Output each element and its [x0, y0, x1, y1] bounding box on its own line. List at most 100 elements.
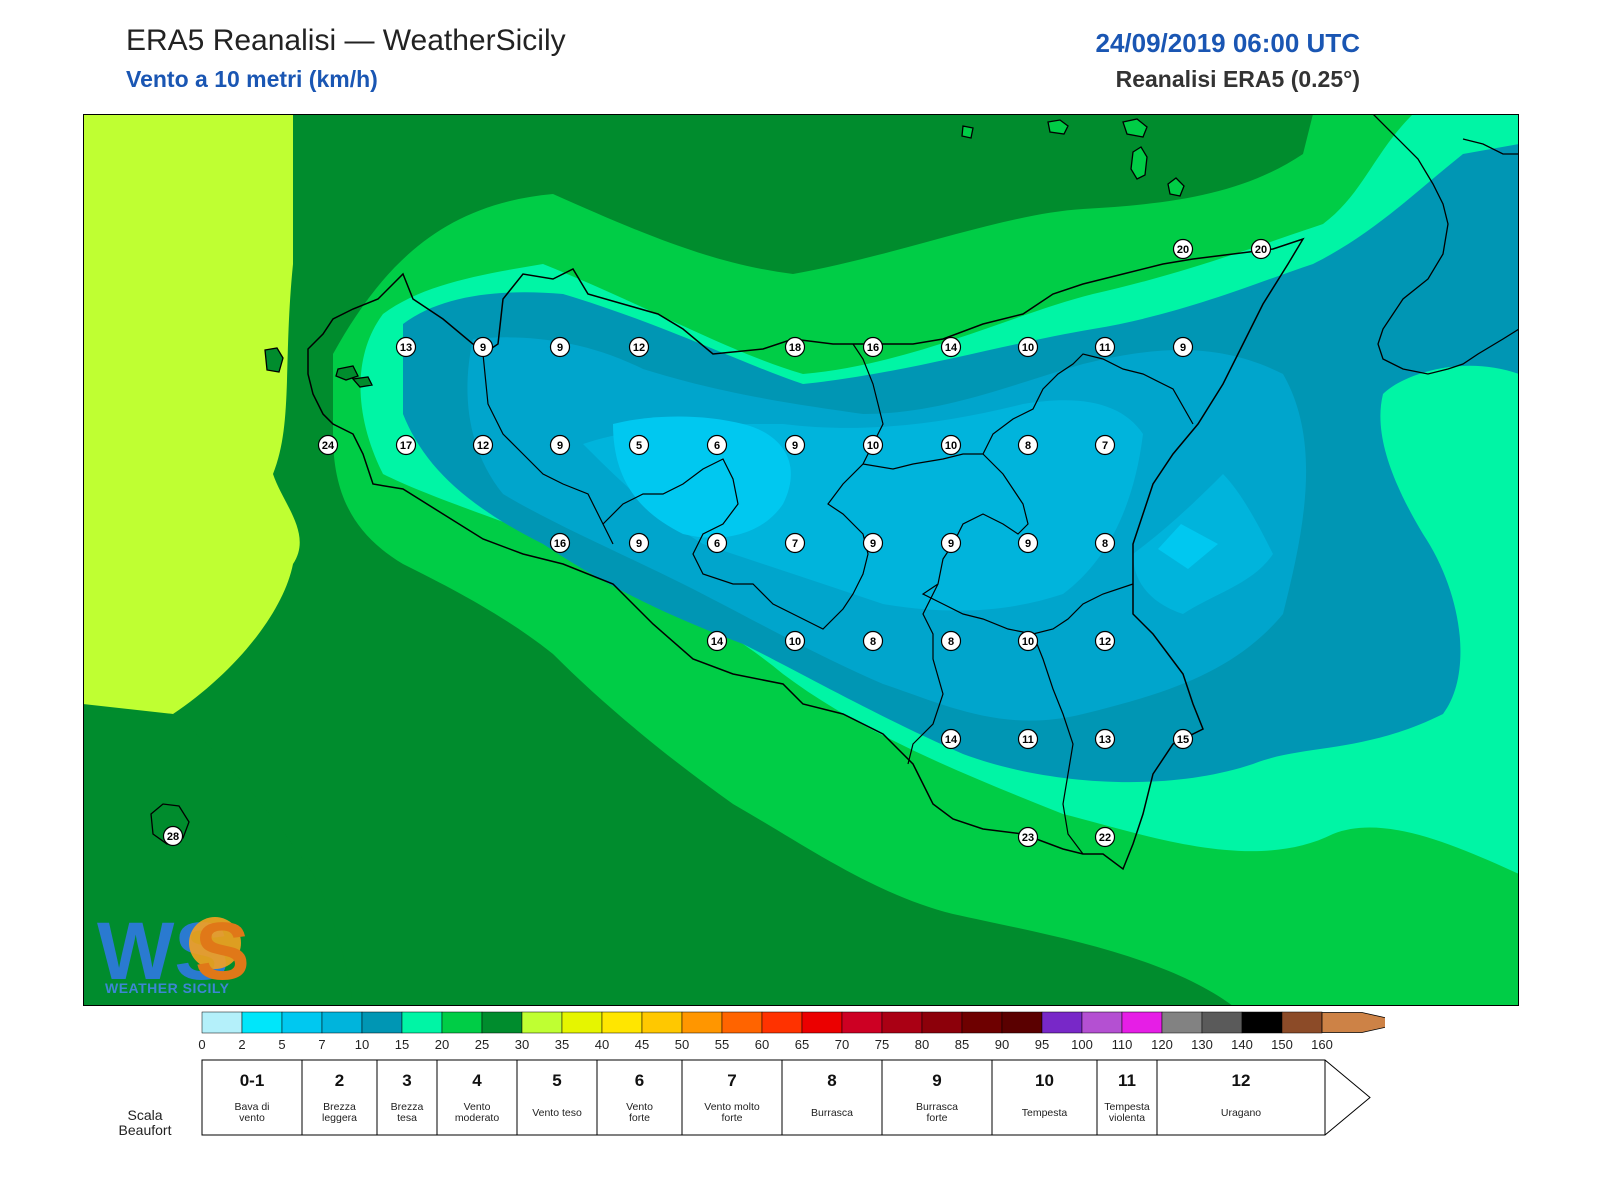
station-value: 14	[945, 734, 958, 746]
station-value: 11	[1022, 734, 1034, 746]
colorbar-swatch	[1041, 1011, 1083, 1034]
station-marker: 5	[628, 434, 650, 456]
colorbar-tick: 70	[835, 1037, 849, 1052]
colorbar-tick: 55	[715, 1037, 729, 1052]
station-marker: 9	[784, 434, 806, 456]
colorbar-tick: 2	[238, 1037, 245, 1052]
station-value: 18	[789, 342, 801, 354]
station-marker: 9	[940, 532, 962, 554]
station-marker: 16	[549, 532, 571, 554]
colorbar-swatch	[321, 1011, 363, 1034]
colorbar-tick: 50	[675, 1037, 689, 1052]
station-marker: 12	[472, 434, 494, 456]
station-marker: 14	[706, 630, 728, 652]
station-value: 24	[322, 440, 335, 452]
colorbar-tick: 90	[995, 1037, 1009, 1052]
beaufort-name: forte	[926, 1112, 947, 1124]
beaufort-cell: 10 Tempesta	[991, 1059, 1098, 1136]
beaufort-cell: 9Burrascaforte	[881, 1059, 993, 1136]
station-value: 7	[1102, 440, 1108, 452]
colorbar-tick: 45	[635, 1037, 649, 1052]
station-marker: 28	[162, 825, 184, 847]
colorbar-swatch	[241, 1011, 283, 1034]
station-marker: 10	[784, 630, 806, 652]
station-marker: 17	[395, 434, 417, 456]
station-value: 6	[714, 440, 720, 452]
beaufort-cell: 11Tempestaviolenta	[1096, 1059, 1158, 1136]
station-value: 9	[792, 440, 798, 452]
colorbar-tick: 40	[595, 1037, 609, 1052]
station-value: 5	[636, 440, 642, 452]
beaufort-cell: 2Brezzaleggera	[301, 1059, 378, 1136]
station-marker: 10	[862, 434, 884, 456]
colorbar-swatch	[721, 1011, 763, 1034]
station-marker: 23	[1017, 826, 1039, 848]
colorbar-tick: 160	[1311, 1037, 1333, 1052]
station-value: 10	[789, 636, 801, 648]
map-datetime: 24/09/2019 06:00 UTC	[1095, 28, 1360, 58]
colorbar-swatch	[201, 1011, 243, 1034]
beaufort-cell: 8 Burrasca	[781, 1059, 883, 1136]
colorbar-swatch	[561, 1011, 603, 1034]
beaufort-name: forte	[629, 1112, 650, 1124]
beaufort-name: Uragano	[1221, 1107, 1261, 1119]
beaufort-name: vento	[239, 1112, 265, 1124]
beaufort-cell: 0-1Bava divento	[201, 1059, 303, 1136]
beaufort-number: 10	[1035, 1071, 1054, 1090]
colorbar-swatch	[361, 1011, 403, 1034]
station-value: 28	[167, 831, 179, 843]
colorbar-swatch	[401, 1011, 443, 1034]
station-marker: 9	[1017, 532, 1039, 554]
colorbar-tick: 60	[755, 1037, 769, 1052]
colorbar-swatch	[641, 1011, 683, 1034]
colorbar-tick: 120	[1151, 1037, 1173, 1052]
beaufort-cell: 6Ventoforte	[596, 1059, 683, 1136]
beaufort-cell: 5 Vento teso	[516, 1059, 598, 1136]
station-marker: 8	[1017, 434, 1039, 456]
station-value: 9	[1180, 342, 1186, 354]
station-value: 12	[633, 342, 645, 354]
beaufort-cell: 12 Uragano	[1156, 1059, 1371, 1136]
colorbar-swatch	[1241, 1011, 1283, 1034]
station-value: 23	[1022, 832, 1034, 844]
colorbar-swatch	[801, 1011, 843, 1034]
station-value: 22	[1099, 832, 1111, 844]
station-marker: 11	[1017, 728, 1039, 750]
station-marker: 10	[940, 434, 962, 456]
beaufort-name: moderato	[455, 1112, 500, 1124]
station-marker: 7	[784, 532, 806, 554]
map-subtitle: Vento a 10 metri (km/h)	[126, 66, 378, 92]
colorbar-tick: 25	[475, 1037, 489, 1052]
wind-map: 13 9 9 12 18 16 14 10 11 9 24 17 12 9 5 6 9 10 10 8 7 16 9 6 7 9 9…	[83, 114, 1519, 1006]
colorbar-tick: 140	[1231, 1037, 1253, 1052]
colorbar-swatch	[1281, 1011, 1323, 1034]
station-value: 10	[1022, 342, 1034, 354]
wind-speed-colorbar: 0 2 5 7 10 15 20 25 30 35 40 45 50 55 60 65 70 75 80 85 90 95…	[198, 1011, 1385, 1136]
station-marker: 20	[1172, 238, 1194, 260]
colorbar-tick: 65	[795, 1037, 809, 1052]
station-value: 7	[792, 538, 798, 550]
beaufort-number: 2	[335, 1071, 344, 1090]
station-marker: 18	[784, 336, 806, 358]
station-marker: 9	[1172, 336, 1194, 358]
station-marker: 8	[940, 630, 962, 652]
station-marker: 8	[862, 630, 884, 652]
station-marker: 8	[1094, 532, 1116, 554]
colorbar-swatch	[961, 1011, 1003, 1034]
beaufort-name: Burrasca	[811, 1107, 853, 1119]
colorbar-swatch	[921, 1011, 963, 1034]
station-value: 13	[1099, 734, 1111, 746]
colorbar-tick: 110	[1112, 1037, 1133, 1052]
beaufort-number: 0-1	[240, 1071, 265, 1090]
logo-caption: WEATHER SICILY	[105, 980, 230, 996]
station-value: 20	[1255, 244, 1267, 256]
beaufort-cell: 4Ventomoderato	[436, 1059, 518, 1136]
station-marker: 13	[395, 336, 417, 358]
beaufort-scale-label: Scala Beaufort	[118, 1107, 172, 1138]
beaufort-name: forte	[721, 1112, 742, 1124]
beaufort-number: 7	[727, 1071, 736, 1090]
station-marker: 11	[1094, 336, 1116, 358]
station-marker: 22	[1094, 826, 1116, 848]
station-marker: 14	[940, 728, 962, 750]
station-value: 9	[948, 538, 954, 550]
